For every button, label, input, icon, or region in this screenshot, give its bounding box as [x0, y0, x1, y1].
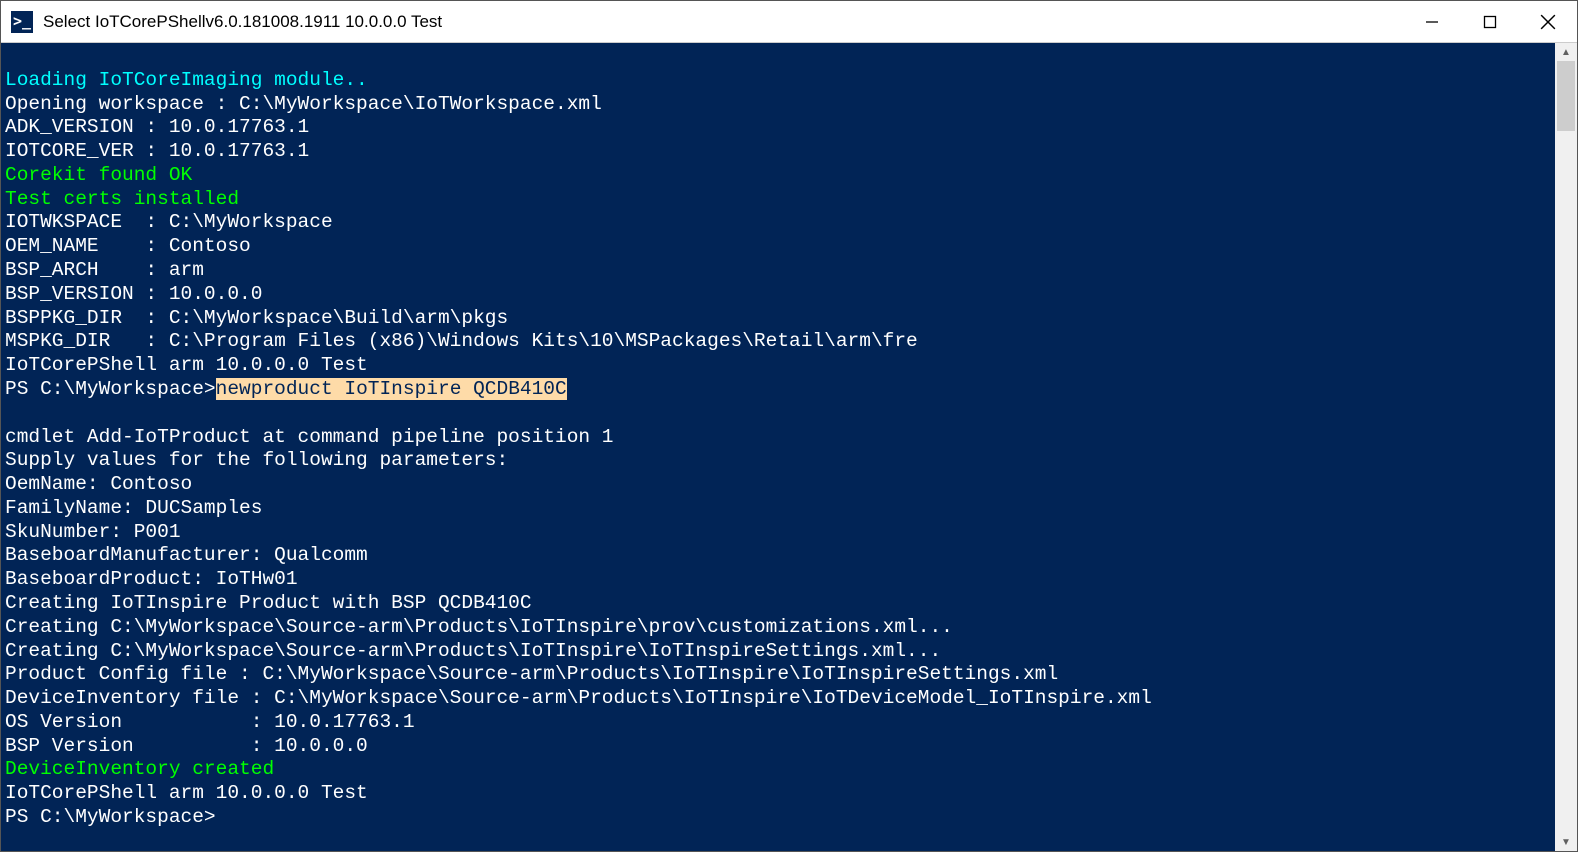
- scroll-up-icon[interactable]: ▲: [1555, 43, 1577, 61]
- output-line: BaseboardManufacturer: Qualcomm: [5, 544, 368, 566]
- output-line: DeviceInventory file : C:\MyWorkspace\So…: [5, 687, 1152, 709]
- prompt[interactable]: PS C:\MyWorkspace>: [5, 806, 216, 828]
- command-highlighted: newproduct: [216, 378, 333, 400]
- prompt: PS C:\MyWorkspace>: [5, 378, 216, 400]
- output-line: Test certs installed: [5, 188, 239, 210]
- output-line: Creating C:\MyWorkspace\Source-arm\Produ…: [5, 640, 941, 662]
- scroll-down-icon[interactable]: ▼: [1555, 833, 1577, 851]
- close-button[interactable]: [1519, 1, 1577, 42]
- output-line: OemName: Contoso: [5, 473, 192, 495]
- output-line: cmdlet Add-IoTProduct at command pipelin…: [5, 426, 614, 448]
- output-line: IOTWKSPACE : C:\MyWorkspace: [5, 211, 333, 233]
- window-controls: [1403, 1, 1577, 42]
- scroll-thumb[interactable]: [1557, 61, 1575, 131]
- output-line: OS Version : 10.0.17763.1: [5, 711, 415, 733]
- output-line: IOTCORE_VER : 10.0.17763.1: [5, 140, 309, 162]
- vertical-scrollbar[interactable]: ▲ ▼: [1555, 43, 1577, 851]
- output-line: DeviceInventory created: [5, 758, 274, 780]
- output-line: Corekit found OK: [5, 164, 192, 186]
- powershell-icon: >_: [11, 11, 33, 33]
- output-line: OEM_NAME : Contoso: [5, 235, 251, 257]
- maximize-button[interactable]: [1461, 1, 1519, 42]
- command-highlighted: IoTInspire QCDB410C: [333, 378, 567, 400]
- output-line: BaseboardProduct: IoTHw01: [5, 568, 298, 590]
- output-line: IoTCorePShell arm 10.0.0.0 Test: [5, 354, 368, 376]
- output-line: BSP Version : 10.0.0.0: [5, 735, 368, 757]
- output-line: FamilyName: DUCSamples: [5, 497, 262, 519]
- output-line: SkuNumber: P001: [5, 521, 181, 543]
- window-title: Select IoTCorePShellv6.0.181008.1911 10.…: [43, 12, 1403, 32]
- output-line: Creating IoTInspire Product with BSP QCD…: [5, 592, 532, 614]
- terminal-output[interactable]: Loading IoTCoreImaging module.. Opening …: [1, 43, 1555, 851]
- output-line: BSP_ARCH : arm: [5, 259, 204, 281]
- output-line: BSP_VERSION : 10.0.0.0: [5, 283, 262, 305]
- output-line: MSPKG_DIR : C:\Program Files (x86)\Windo…: [5, 330, 918, 352]
- output-line: BSPPKG_DIR : C:\MyWorkspace\Build\arm\pk…: [5, 307, 508, 329]
- minimize-button[interactable]: [1403, 1, 1461, 42]
- powershell-icon-glyph: >_: [13, 14, 31, 29]
- output-line: Creating C:\MyWorkspace\Source-arm\Produ…: [5, 616, 953, 638]
- output-line: Supply values for the following paramete…: [5, 449, 508, 471]
- output-line: IoTCorePShell arm 10.0.0.0 Test: [5, 782, 368, 804]
- titlebar[interactable]: >_ Select IoTCorePShellv6.0.181008.1911 …: [1, 1, 1577, 43]
- output-line: Loading IoTCoreImaging module..: [5, 69, 368, 91]
- output-line: Product Config file : C:\MyWorkspace\Sou…: [5, 663, 1058, 685]
- output-line: Opening workspace : C:\MyWorkspace\IoTWo…: [5, 93, 602, 115]
- output-line: ADK_VERSION : 10.0.17763.1: [5, 116, 309, 138]
